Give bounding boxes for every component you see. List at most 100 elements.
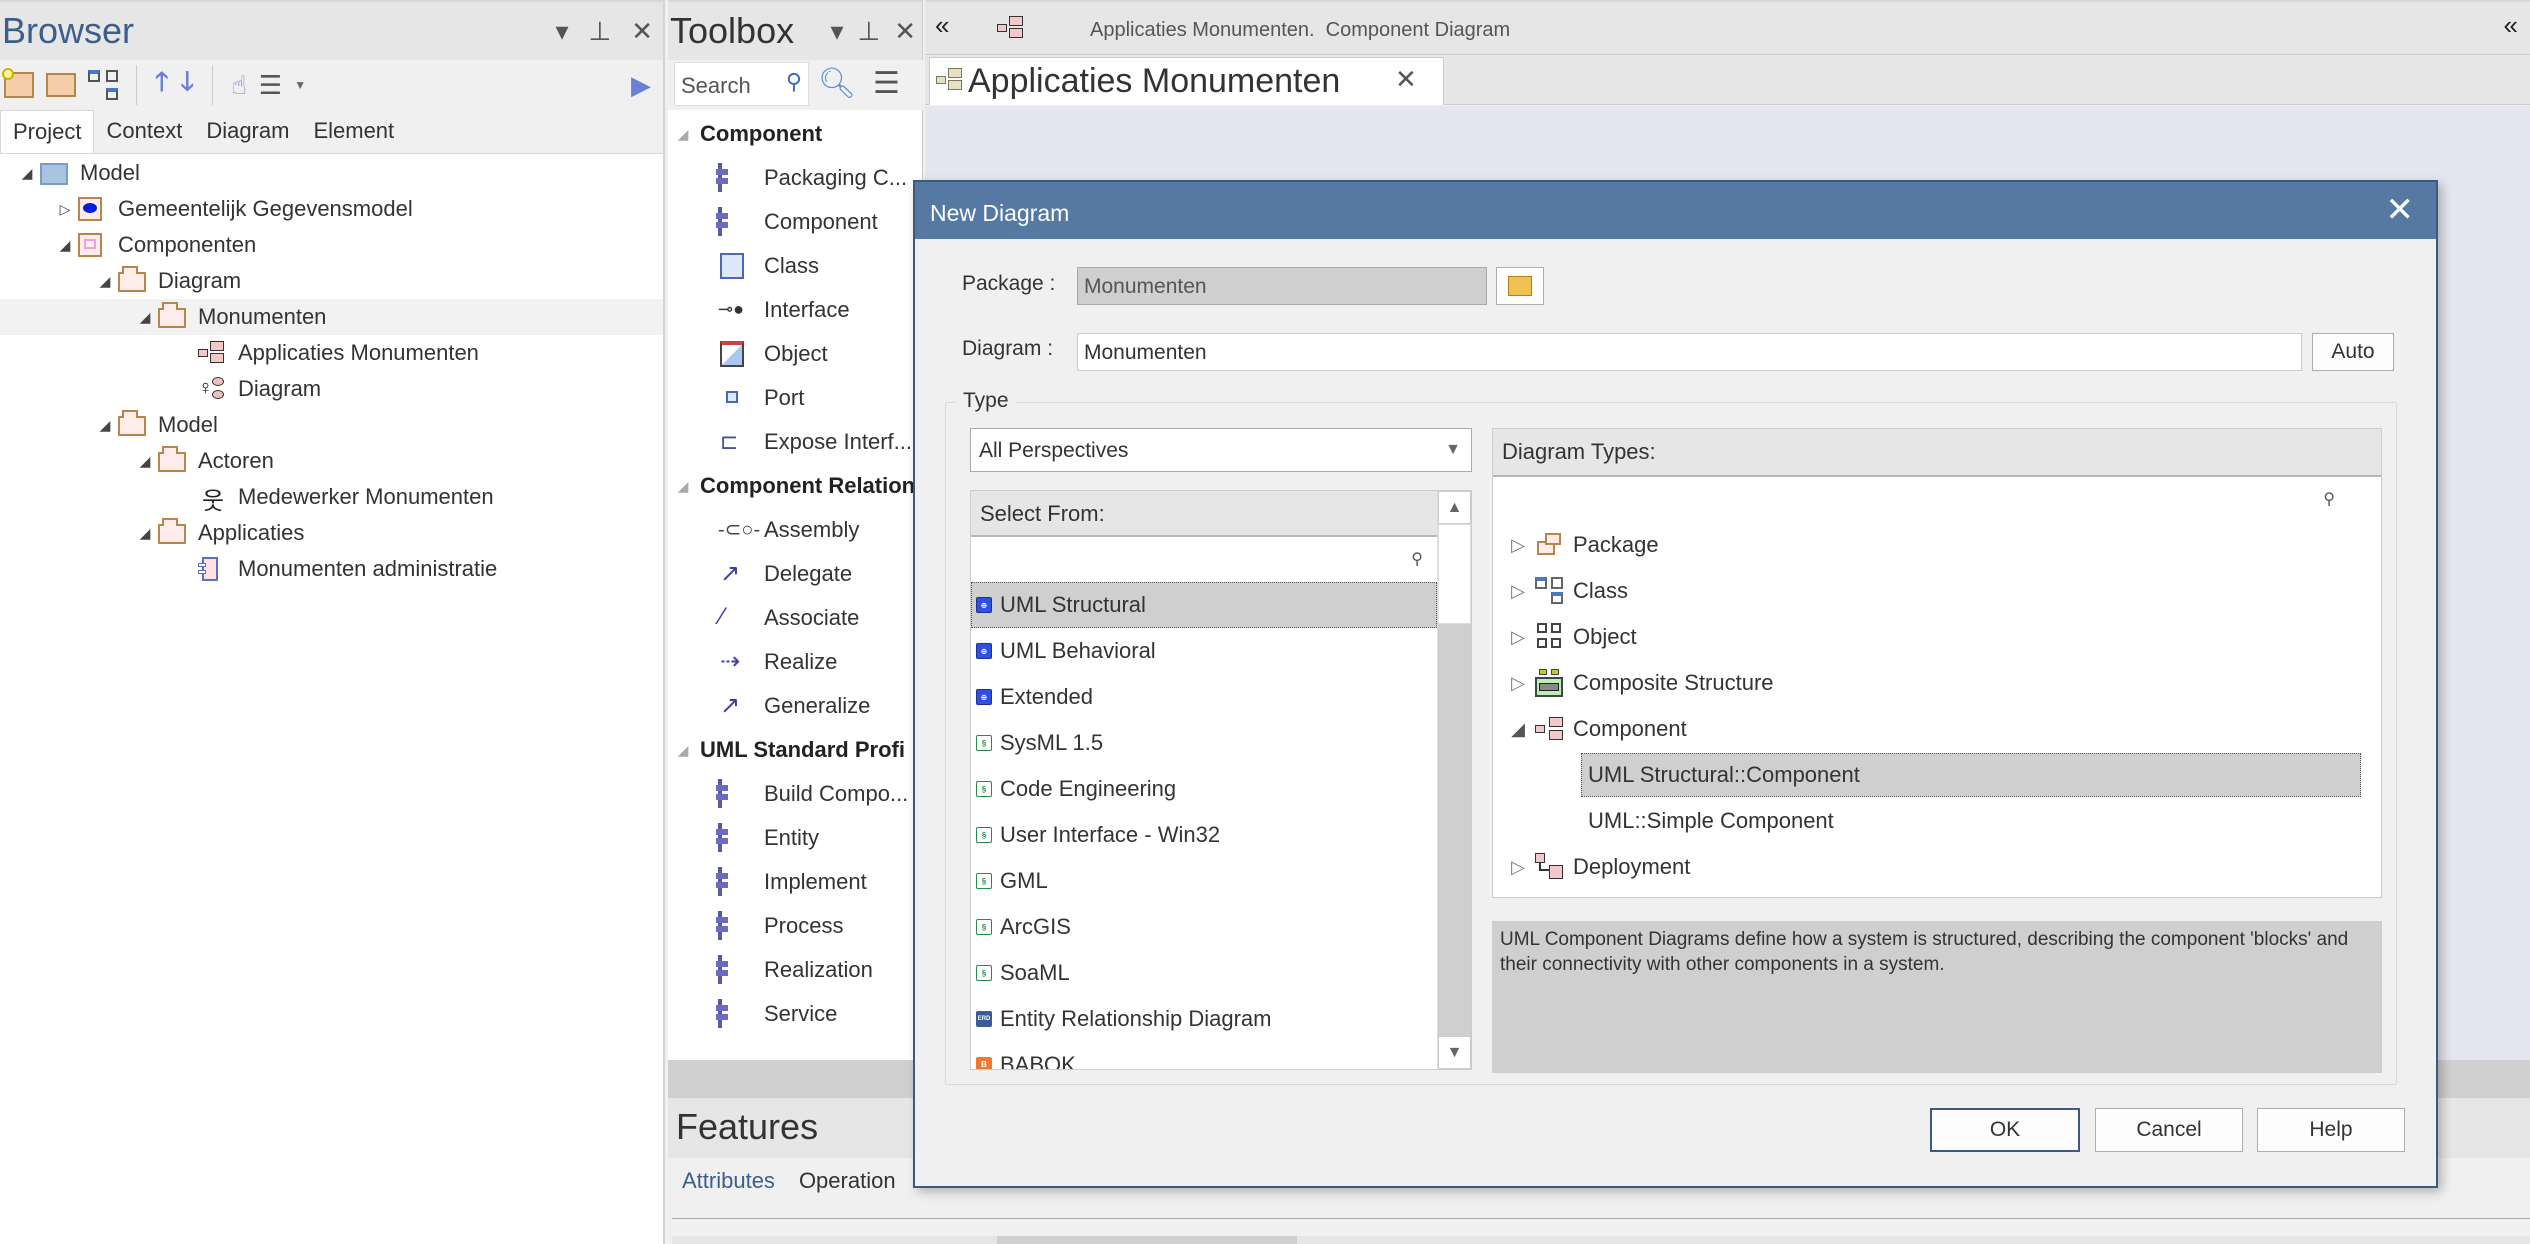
collapse-icon[interactable]: ◢ xyxy=(138,453,152,470)
tab-operations[interactable]: Operation xyxy=(799,1168,896,1194)
touch-icon[interactable]: ☝ xyxy=(231,70,247,101)
diagram-type-deployment[interactable]: ▷ Deployment xyxy=(1493,844,2381,890)
find-icon[interactable]: 🔍︎ xyxy=(818,66,856,101)
tab-project[interactable]: Project xyxy=(0,110,95,153)
perspective-dropdown[interactable]: All Perspectives ▼ xyxy=(970,428,1472,472)
move-up-icon[interactable]: 🡑 xyxy=(155,63,169,107)
features-scrollbar[interactable] xyxy=(672,1236,2530,1244)
tree-item-applicaties[interactable]: ◢ Applicaties xyxy=(0,515,663,551)
diagram-type-uml-structural-component[interactable]: UML Structural::Component xyxy=(1493,752,2381,798)
tree-item-componenten[interactable]: ◢ Componenten xyxy=(0,227,663,263)
tree-item-model-folder[interactable]: ◢ Model xyxy=(0,407,663,443)
tree-item-actoren[interactable]: ◢ Actoren xyxy=(0,443,663,479)
select-from-item[interactable]: B BABOK xyxy=(971,1042,1437,1069)
toolbox-item-service[interactable]: Service xyxy=(668,992,923,1036)
select-from-item[interactable]: § Code Engineering xyxy=(971,766,1437,812)
toolbox-item-associate[interactable]: ⁄ Associate xyxy=(668,596,923,640)
move-down-icon[interactable]: 🡓 xyxy=(181,63,195,107)
toolbox-item-object[interactable]: Object xyxy=(668,332,923,376)
select-from-item[interactable]: ⊕ UML Behavioral xyxy=(971,628,1437,674)
panel-menu-icon[interactable]: ▾ xyxy=(830,16,843,47)
toolbox-item-assembly[interactable]: -⊂○- Assembly xyxy=(668,508,923,552)
toolbox-item-delegate[interactable]: ↗ Delegate xyxy=(668,552,923,596)
collapse-left-icon[interactable]: « xyxy=(935,10,949,41)
toolbox-item-expose-interface[interactable]: ⊏ Expose Interf... xyxy=(668,420,923,464)
select-from-item[interactable]: § User Interface - Win32 xyxy=(971,812,1437,858)
toolbox-item-realize[interactable]: ⇢ Realize xyxy=(668,640,923,684)
tab-applicaties-monumenten[interactable]: Applicaties Monumenten ✕ xyxy=(929,57,1444,105)
cancel-button[interactable]: Cancel xyxy=(2095,1108,2243,1152)
close-icon[interactable]: ✕ xyxy=(631,16,653,47)
toolbox-item-interface[interactable]: ⊸● Interface xyxy=(668,288,923,332)
collapse-icon[interactable]: ◢ xyxy=(1501,719,1535,740)
toolbox-section-uml-standard-profile[interactable]: ◢ UML Standard Profi xyxy=(668,728,923,772)
diagram-name-input[interactable]: Monumenten xyxy=(1077,333,2302,371)
toolbox-item-entity[interactable]: Entity xyxy=(668,816,923,860)
tree-item-monumenten[interactable]: ◢ Monumenten xyxy=(0,299,663,335)
diagram-types-search[interactable]: ⚲ xyxy=(1493,477,2381,522)
toolbox-item-class[interactable]: Class xyxy=(668,244,923,288)
browse-package-button[interactable] xyxy=(1496,267,1544,305)
toolbox-item-port[interactable]: Port xyxy=(668,376,923,420)
collapse-right-icon[interactable]: « xyxy=(2504,10,2518,41)
dropdown-arrow-icon[interactable]: ▼ xyxy=(294,78,306,92)
collapse-icon[interactable]: ◢ xyxy=(138,525,152,542)
tree-item-model[interactable]: ◢ Model xyxy=(0,155,663,191)
auto-button[interactable]: Auto xyxy=(2312,333,2394,371)
diagram-type-class[interactable]: ▷ Class xyxy=(1493,568,2381,614)
tree-item-diagram[interactable]: ♀ Diagram xyxy=(0,371,663,407)
toolbox-item-component[interactable]: Component xyxy=(668,200,923,244)
expand-right-icon[interactable]: ▶ xyxy=(631,70,651,101)
expand-icon[interactable]: ▷ xyxy=(1501,857,1535,878)
tree-item-applicaties-monumenten[interactable]: Applicaties Monumenten xyxy=(0,335,663,371)
close-tab-icon[interactable]: ✕ xyxy=(1395,64,1417,95)
expand-icon[interactable]: ▷ xyxy=(1501,673,1535,694)
search-icon[interactable]: ⚲ xyxy=(786,69,802,95)
dialog-close-icon[interactable]: ✕ xyxy=(2386,190,2415,230)
toolbox-item-process[interactable]: Process xyxy=(668,904,923,948)
select-from-item[interactable]: ⊕ Extended xyxy=(971,674,1437,720)
help-button[interactable]: Help xyxy=(2257,1108,2405,1152)
scroll-down-icon[interactable]: ▼ xyxy=(1438,1036,1471,1069)
toolbox-search-input[interactable]: Search ⚲ xyxy=(674,62,809,106)
tree-item-medewerker-monumenten[interactable]: 웃 Medewerker Monumenten xyxy=(0,479,663,515)
tree-item-gemeentelijk-gegevensmodel[interactable]: ▷ Gemeentelijk Gegevensmodel xyxy=(0,191,663,227)
toolbox-item-build-component[interactable]: Build Compo... xyxy=(668,772,923,816)
expand-icon[interactable]: ▷ xyxy=(1501,627,1535,648)
diagram-type-composite-structure[interactable]: ▷ Composite Structure xyxy=(1493,660,2381,706)
collapse-icon[interactable]: ◢ xyxy=(138,309,152,326)
diagram-type-uml-simple-component[interactable]: UML::Simple Component xyxy=(1493,798,2381,844)
toolbox-item-implement[interactable]: Implement xyxy=(668,860,923,904)
toolbox-section-component-relationships[interactable]: ◢ Component Relation xyxy=(668,464,923,508)
menu-icon[interactable]: ☰ xyxy=(873,66,900,101)
tab-attributes[interactable]: Attributes xyxy=(682,1168,775,1194)
select-from-search[interactable]: ⚲ xyxy=(971,537,1437,582)
tab-diagram[interactable]: Diagram xyxy=(194,110,301,153)
select-from-item[interactable]: § SysML 1.5 xyxy=(971,720,1437,766)
select-from-item[interactable]: ⊕ UML Structural xyxy=(971,582,1437,628)
tab-context[interactable]: Context xyxy=(94,110,194,153)
panel-menu-icon[interactable]: ▾ xyxy=(555,16,568,47)
new-package-icon[interactable] xyxy=(2,68,34,98)
tree-item-monumenten-administratie[interactable]: Monumenten administratie xyxy=(0,551,663,587)
close-icon[interactable]: ✕ xyxy=(894,16,916,47)
menu-icon[interactable]: ☰ xyxy=(259,70,282,101)
toolbox-section-component[interactable]: ◢ Component xyxy=(668,112,923,156)
select-from-item[interactable]: ERD Entity Relationship Diagram xyxy=(971,996,1437,1042)
tab-element[interactable]: Element xyxy=(301,110,406,153)
scroll-up-icon[interactable]: ▲ xyxy=(1438,491,1471,524)
toolbox-item-packaging-component[interactable]: Packaging C... xyxy=(668,156,923,200)
collapse-icon[interactable]: ◢ xyxy=(98,417,112,434)
tree-item-diagram-folder[interactable]: ◢ Diagram xyxy=(0,263,663,299)
diagram-type-package[interactable]: ▷ Package xyxy=(1493,522,2381,568)
select-from-scrollbar[interactable]: ▲ ▼ xyxy=(1437,491,1471,1069)
expand-icon[interactable]: ▷ xyxy=(1501,535,1535,556)
select-from-item[interactable]: § ArcGIS xyxy=(971,904,1437,950)
pin-icon[interactable]: ⊥ xyxy=(589,16,612,47)
toolbox-item-realization[interactable]: Realization xyxy=(668,948,923,992)
expand-icon[interactable]: ▷ xyxy=(1501,581,1535,602)
diagram-type-component[interactable]: ◢ Component xyxy=(1493,706,2381,752)
toolbox-item-generalize[interactable]: ↗ Generalize xyxy=(668,684,923,728)
ok-button[interactable]: OK xyxy=(1930,1108,2080,1152)
collapse-icon[interactable]: ◢ xyxy=(20,165,34,182)
